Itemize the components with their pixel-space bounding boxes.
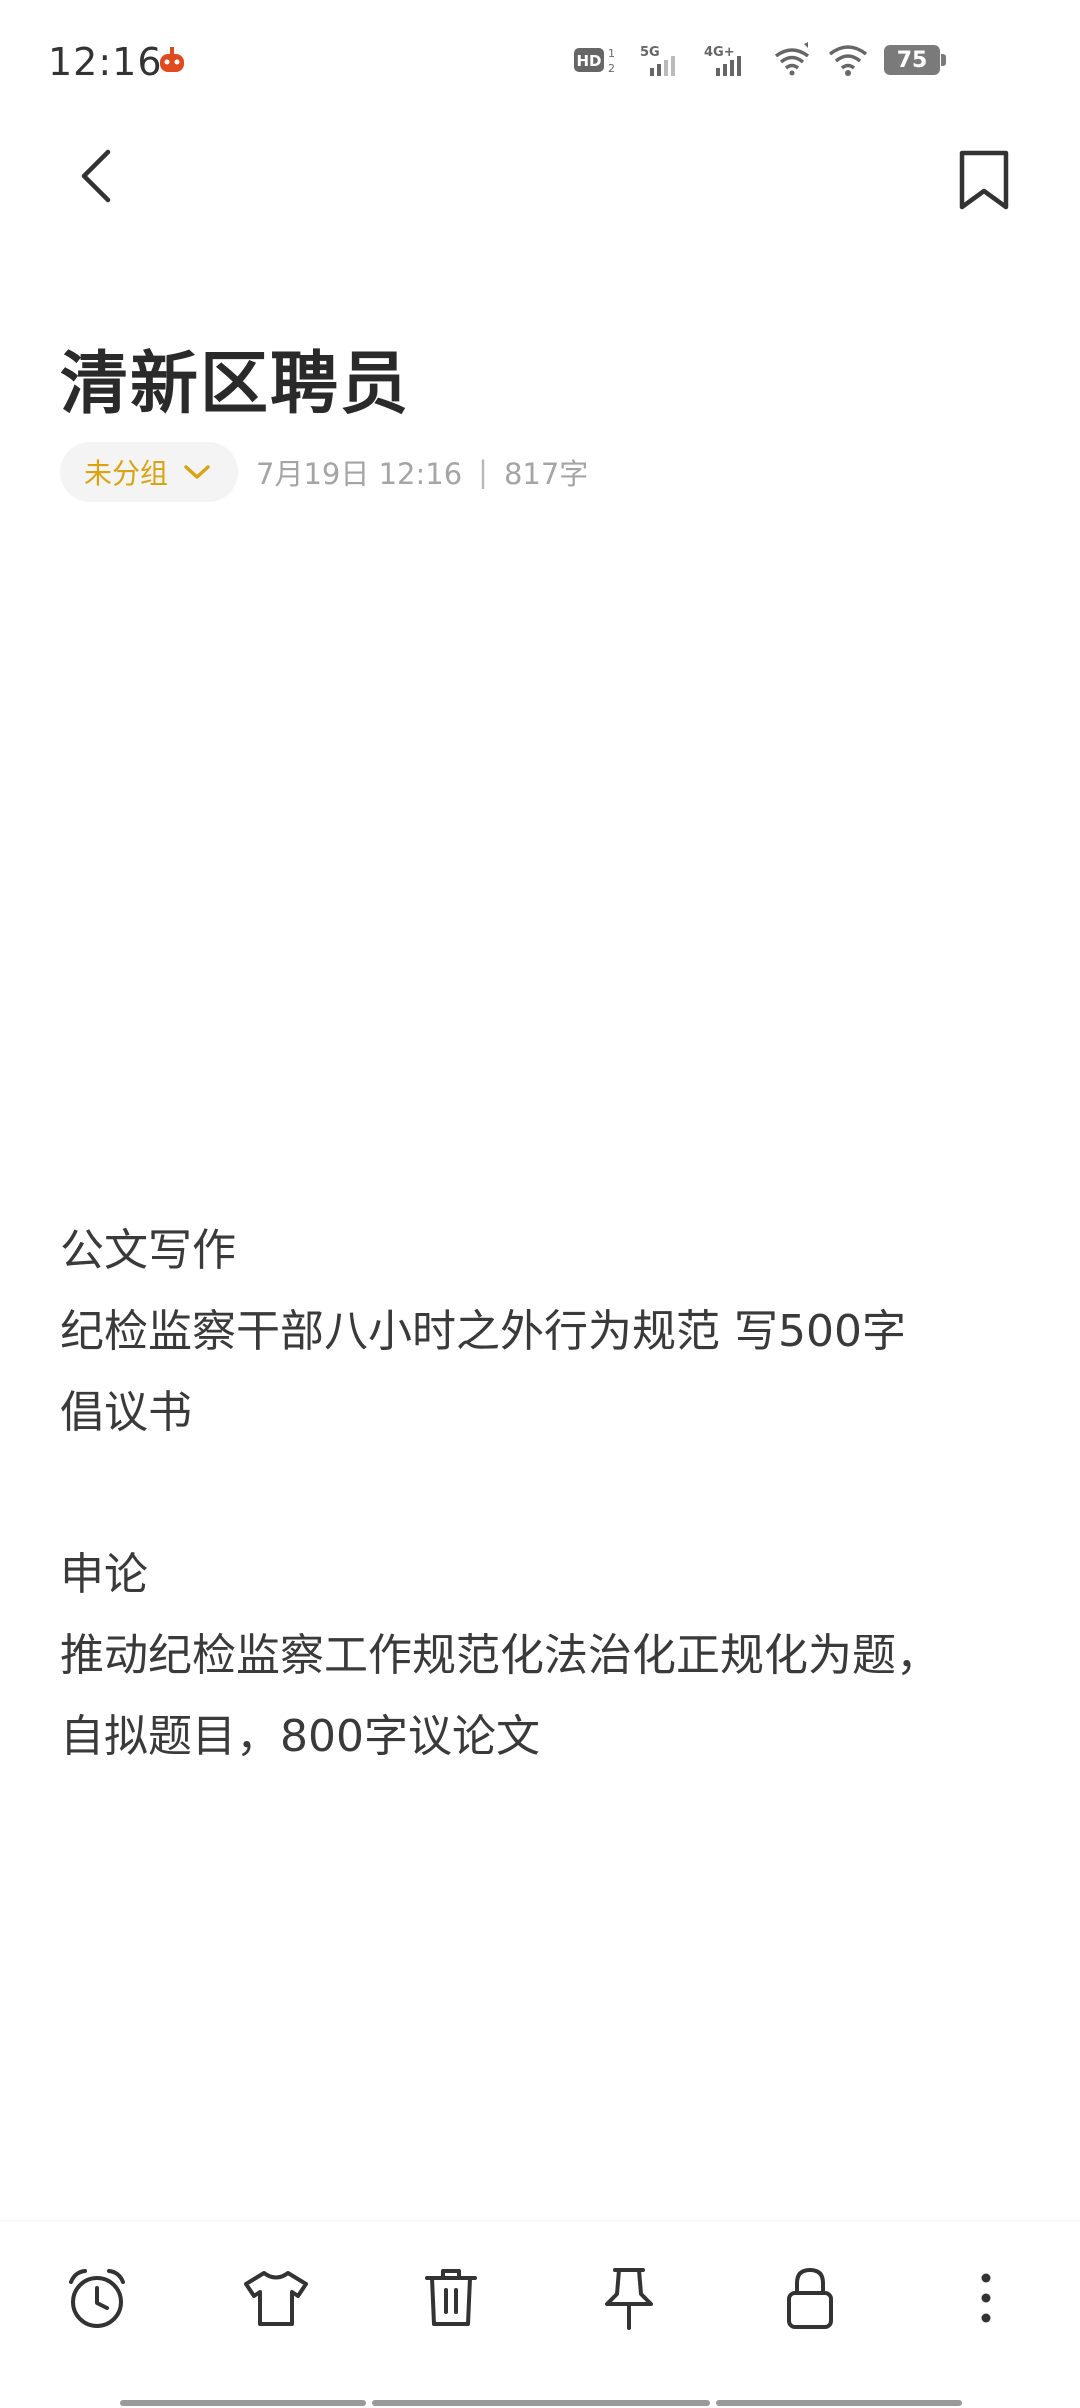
- gesture-bar-center[interactable]: [372, 2400, 710, 2406]
- svg-text:HD: HD: [576, 52, 601, 70]
- theme-button[interactable]: [240, 2262, 312, 2334]
- status-time: 12:16: [48, 40, 163, 84]
- section1-heading: 公文写作: [60, 1225, 236, 1276]
- group-selector[interactable]: 未分组: [60, 442, 239, 502]
- signal-4g-icon: 4G+: [704, 42, 756, 78]
- svg-text:2: 2: [608, 62, 615, 75]
- lock-icon: [787, 2267, 833, 2329]
- more-button[interactable]: [950, 2262, 1022, 2334]
- pin-button[interactable]: [593, 2262, 665, 2334]
- section1-line1: 纪检监察干部八小时之外行为规范 写500字: [60, 1306, 906, 1357]
- hd-voice-icon: HD 1 2: [574, 42, 624, 78]
- pin-icon: [605, 2268, 653, 2330]
- status-icons: HD 1 2 5G 4G+ 75: [574, 40, 946, 80]
- note-date: 7月19日 12:16: [256, 457, 463, 491]
- note-meta: 未分组 7月19日 12:16 | 817字: [60, 442, 588, 502]
- section1-line2: 倡议书: [60, 1387, 192, 1438]
- note-info: 7月19日 12:16 | 817字: [256, 451, 588, 493]
- notification-app-icon: [156, 44, 188, 76]
- back-button[interactable]: [60, 140, 132, 212]
- gesture-bar-right[interactable]: [716, 2400, 962, 2406]
- bookmark-button[interactable]: [948, 140, 1020, 220]
- chevron-down-icon: [184, 465, 210, 479]
- section2-line2: 自拟题目，800字议论文: [60, 1711, 540, 1762]
- word-count: 817字: [503, 457, 589, 491]
- gesture-bar-left[interactable]: [120, 2400, 366, 2406]
- note-body[interactable]: 公文写作 纪检监察干部八小时之外行为规范 写500字 倡议书 申论 推动纪检监察…: [60, 1210, 1020, 1777]
- bottom-toolbar: [0, 2222, 1080, 2372]
- alarm-clock-icon: [69, 2269, 125, 2328]
- svg-text:1: 1: [608, 47, 615, 60]
- group-label: 未分组: [84, 457, 169, 490]
- wifi-icon: [828, 42, 868, 78]
- more-vertical-icon: [981, 2273, 991, 2323]
- signal-5g-icon: 5G: [640, 42, 688, 78]
- lock-button[interactable]: [774, 2262, 846, 2334]
- back-arrow-icon: [81, 149, 111, 203]
- svg-text:4G+: 4G+: [704, 45, 735, 60]
- reminder-button[interactable]: [61, 2262, 133, 2334]
- bookmark-icon: [959, 150, 1009, 210]
- section2-line1: 推动纪检监察工作规范化法治化正规化为题，: [60, 1630, 940, 1681]
- note-title[interactable]: 清新区聘员: [60, 328, 410, 427]
- svg-text:5G: 5G: [640, 45, 660, 60]
- trash-icon: [425, 2269, 477, 2326]
- shirt-icon: [244, 2271, 308, 2326]
- note-detail-screen: 12:16 HD 1 2 5G 4G+ 75 清新区聘员 未分组 7月19日 1…: [0, 0, 1080, 2408]
- delete-button[interactable]: [415, 2262, 487, 2334]
- wifi-calling-icon: [772, 42, 812, 78]
- meta-separator: |: [478, 455, 488, 489]
- battery-indicator: 75: [884, 45, 946, 75]
- section2-heading: 申论: [60, 1549, 148, 1600]
- status-bar: 12:16 HD 1 2 5G 4G+ 75: [0, 0, 1080, 130]
